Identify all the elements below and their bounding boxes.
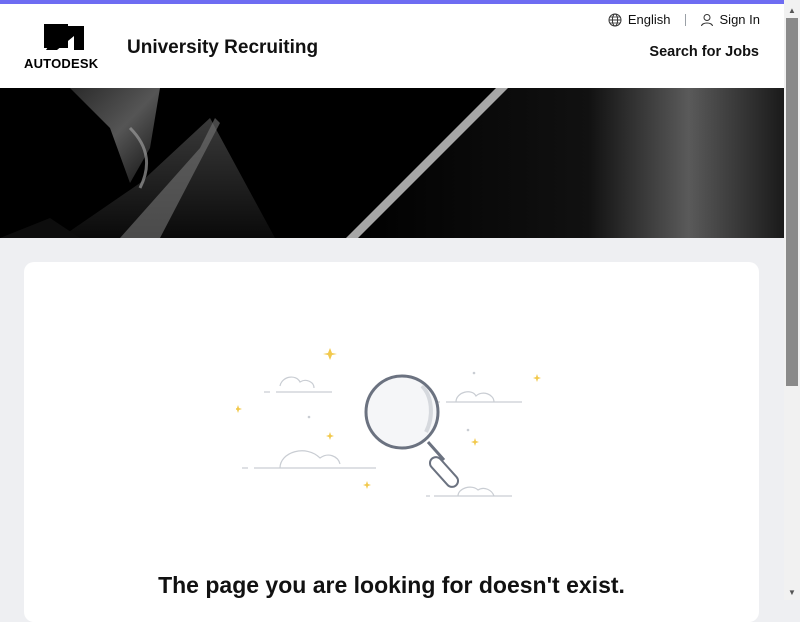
utility-divider (684, 13, 686, 26)
hero-banner (0, 88, 784, 238)
utility-nav: English Sign In (608, 12, 760, 27)
magnifying-glass-icon (236, 348, 541, 497)
search-jobs-link[interactable]: Search for Jobs (649, 44, 759, 60)
language-selector[interactable]: English (608, 12, 671, 27)
scroll-down-arrow[interactable]: ▼ (784, 584, 800, 600)
language-label: English (627, 12, 671, 27)
error-card: The page you are looking for doesn't exi… (24, 262, 759, 622)
site-header: AUTODESK University Recruiting English S… (0, 4, 784, 88)
user-icon (700, 13, 713, 26)
globe-icon (608, 13, 622, 26)
sign-in-label: Sign In (719, 12, 760, 27)
scrollbar[interactable]: ▲ ▼ (784, 0, 800, 600)
logo-wordmark: AUTODESK (24, 56, 99, 71)
error-message: The page you are looking for doesn't exi… (158, 572, 625, 598)
hero-abstract-image (0, 88, 784, 238)
scroll-up-arrow[interactable]: ▲ (784, 2, 800, 18)
sign-in-link[interactable]: Sign In (700, 12, 760, 27)
scroll-thumb[interactable] (786, 18, 798, 386)
page-title[interactable]: University Recruiting (127, 37, 318, 59)
